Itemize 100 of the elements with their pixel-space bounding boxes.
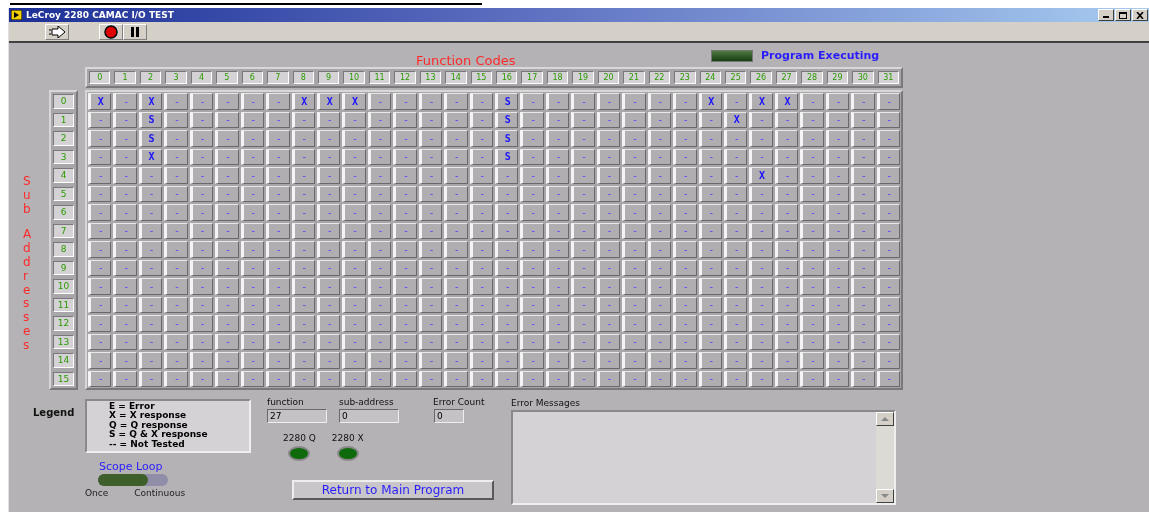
grid-cell: - — [520, 148, 544, 165]
grid-cell: - — [367, 111, 392, 128]
grid-cell: - — [673, 185, 697, 202]
grid-cell: - — [316, 130, 341, 147]
grid-cell: - — [800, 130, 824, 147]
grid-cell: X — [88, 93, 112, 110]
window-title: LeCroy 2280 CAMAC I/O TEST — [26, 10, 174, 20]
led-label: 2280 X — [331, 433, 364, 443]
grid-cell: - — [240, 352, 265, 369]
grid-cell: - — [88, 130, 112, 147]
column-number: 29 — [826, 71, 849, 84]
grid-cell: - — [647, 333, 672, 350]
grid-cell: - — [367, 130, 392, 147]
scope-loop-switch[interactable] — [98, 474, 168, 486]
grid-cell: - — [367, 333, 392, 350]
switch-option-label: Once — [85, 488, 109, 498]
grid-cell: - — [774, 148, 799, 165]
return-button[interactable]: Return to Main Program — [292, 480, 494, 500]
grid-cell: - — [342, 333, 366, 350]
grid-cell: - — [215, 241, 239, 258]
grid-cell: - — [876, 167, 900, 184]
value-field: 27 — [267, 409, 327, 423]
grid-cell: - — [240, 222, 265, 239]
grid-cell: - — [138, 333, 163, 350]
grid-cell: - — [825, 241, 850, 258]
grid-cell: - — [851, 259, 875, 276]
grid-cell: - — [88, 278, 112, 295]
grid-cell: - — [215, 296, 239, 313]
grid-cell: - — [749, 204, 773, 221]
row-number: 1 — [53, 112, 74, 127]
grid-cell: - — [495, 370, 519, 387]
grid-cell: - — [825, 93, 850, 110]
grid-cell: - — [647, 259, 672, 276]
column-number: 14 — [445, 71, 467, 84]
grid-cell: - — [316, 241, 341, 258]
scrollbar[interactable] — [876, 412, 894, 503]
grid-cell: - — [240, 259, 265, 276]
pause-button[interactable] — [123, 23, 147, 40]
row-number: 11 — [53, 297, 74, 312]
grid-cell: - — [469, 352, 493, 369]
abort-button[interactable] — [99, 23, 123, 40]
grid-cell: - — [342, 185, 366, 202]
grid-cell: - — [316, 259, 341, 276]
grid-cell: - — [647, 222, 672, 239]
minimize-button[interactable] — [1098, 9, 1114, 21]
grid-cell: - — [469, 315, 493, 332]
grid-cell: - — [800, 111, 824, 128]
grid-cell: - — [723, 185, 748, 202]
grid-cell: - — [749, 259, 773, 276]
grid-cell: - — [622, 93, 646, 110]
grid-cell: - — [367, 352, 392, 369]
grid-cell: - — [723, 130, 748, 147]
grid-cell: - — [545, 352, 570, 369]
column-number: 5 — [216, 71, 238, 84]
value-field: 0 — [434, 409, 464, 423]
grid-cell: - — [88, 111, 112, 128]
grid-cell: - — [520, 370, 544, 387]
row-number: 12 — [53, 316, 74, 331]
grid-cell: - — [647, 185, 672, 202]
grid-cell: - — [367, 259, 392, 276]
grid-cell: - — [418, 204, 443, 221]
grid-cell: - — [113, 333, 137, 350]
column-number: 0 — [89, 71, 111, 84]
grid-cell: - — [418, 333, 443, 350]
column-number: 21 — [623, 71, 645, 84]
grid-cell: - — [571, 296, 595, 313]
grid-cell: - — [113, 370, 137, 387]
grid-cell: - — [571, 222, 595, 239]
grid-cell: - — [876, 222, 900, 239]
grid-cell: - — [723, 278, 748, 295]
grid-cell: - — [545, 167, 570, 184]
close-button[interactable] — [1132, 9, 1148, 21]
grid-cell: - — [138, 185, 163, 202]
grid-cell: - — [266, 130, 290, 147]
column-number: 18 — [546, 71, 569, 84]
grid-cell: - — [342, 241, 366, 258]
grid-cell: - — [800, 333, 824, 350]
grid-cell: - — [571, 167, 595, 184]
grid-cell: - — [571, 352, 595, 369]
grid-cell: - — [189, 130, 214, 147]
run-arrow-button[interactable] — [45, 23, 69, 40]
grid-cell: - — [800, 204, 824, 221]
column-number: 17 — [521, 71, 543, 84]
grid-cell: - — [266, 167, 290, 184]
grid-cell: - — [316, 315, 341, 332]
maximize-button[interactable] — [1115, 9, 1131, 21]
scroll-up-icon — [881, 417, 889, 421]
grid-cell: - — [367, 241, 392, 258]
grid-cell: - — [342, 222, 366, 239]
value-field: 0 — [339, 409, 399, 423]
grid-cell: - — [723, 241, 748, 258]
grid-cell: - — [851, 222, 875, 239]
grid-cell: - — [469, 130, 493, 147]
grid-cell: - — [749, 278, 773, 295]
row-number: 15 — [53, 371, 74, 386]
grid-cell: - — [367, 148, 392, 165]
grid-cell: - — [291, 259, 315, 276]
grid-cell: - — [240, 93, 265, 110]
grid-cell: - — [266, 241, 290, 258]
row-number: 9 — [53, 260, 74, 275]
